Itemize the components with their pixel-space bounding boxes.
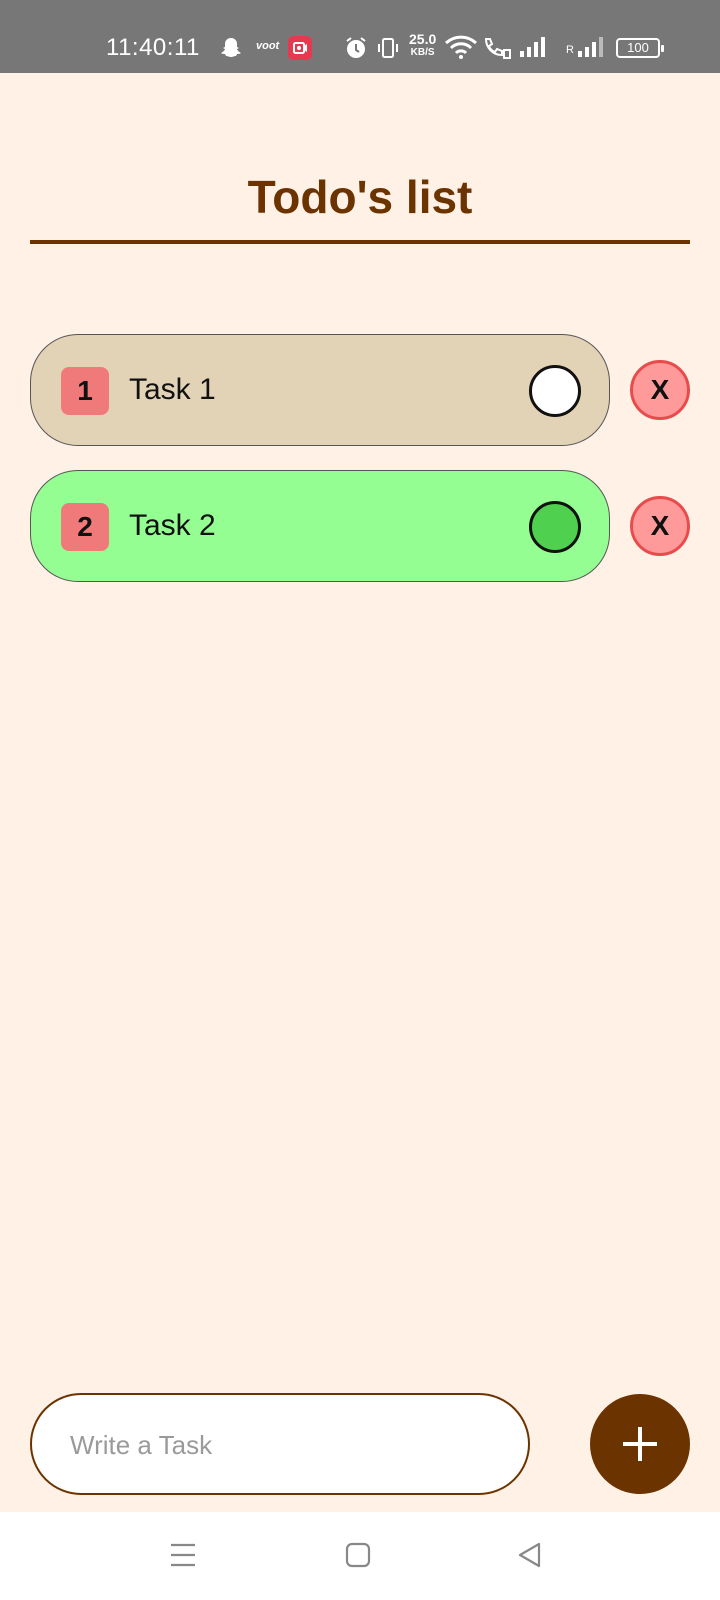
task-row: 2 Task 2 X [30,470,690,582]
screen-record-icon [288,36,312,60]
task-number-badge: 2 [61,503,109,551]
menu-icon[interactable] [170,1542,196,1568]
task-row: 1 Task 1 X [30,334,690,446]
network-speed: 25.0 KB/S [409,31,437,59]
title-divider [30,240,690,244]
signal-roaming-label: R [566,44,574,56]
task-input[interactable] [70,1425,500,1465]
complete-toggle-circle[interactable] [529,365,581,417]
task-number-badge: 1 [61,367,109,415]
home-icon[interactable] [345,1542,371,1568]
vibrate-icon [378,38,398,58]
task-text: Task 2 [129,509,216,542]
back-icon[interactable] [517,1542,543,1568]
signal-icon [520,37,545,57]
complete-toggle-circle[interactable] [529,501,581,553]
battery-icon: 100 [616,38,664,58]
task-card[interactable]: 1 Task 1 [30,334,610,446]
snapchat-icon [221,38,241,57]
add-task-button[interactable] [590,1394,690,1494]
status-time: 11:40:11 [106,34,200,61]
network-speed-unit: KB/S [410,47,435,58]
task-card[interactable]: 2 Task 2 [30,470,610,582]
network-speed-value: 25.0 [409,31,437,47]
task-text: Task 1 [129,373,216,406]
delete-task-button[interactable]: X [630,496,690,556]
alarm-icon [346,37,366,58]
system-nav-bar [0,1512,720,1600]
status-bar: 11:40:11 voot 25.0 KB/S R 100 [0,0,720,73]
task-input-container [30,1393,530,1495]
signal-roaming-icon [578,37,603,57]
wifi-call-icon [484,38,511,59]
delete-task-button[interactable]: X [630,360,690,420]
page-title: Todo's list [247,171,473,223]
wifi-icon [444,35,478,59]
voot-icon: voot [256,40,280,52]
